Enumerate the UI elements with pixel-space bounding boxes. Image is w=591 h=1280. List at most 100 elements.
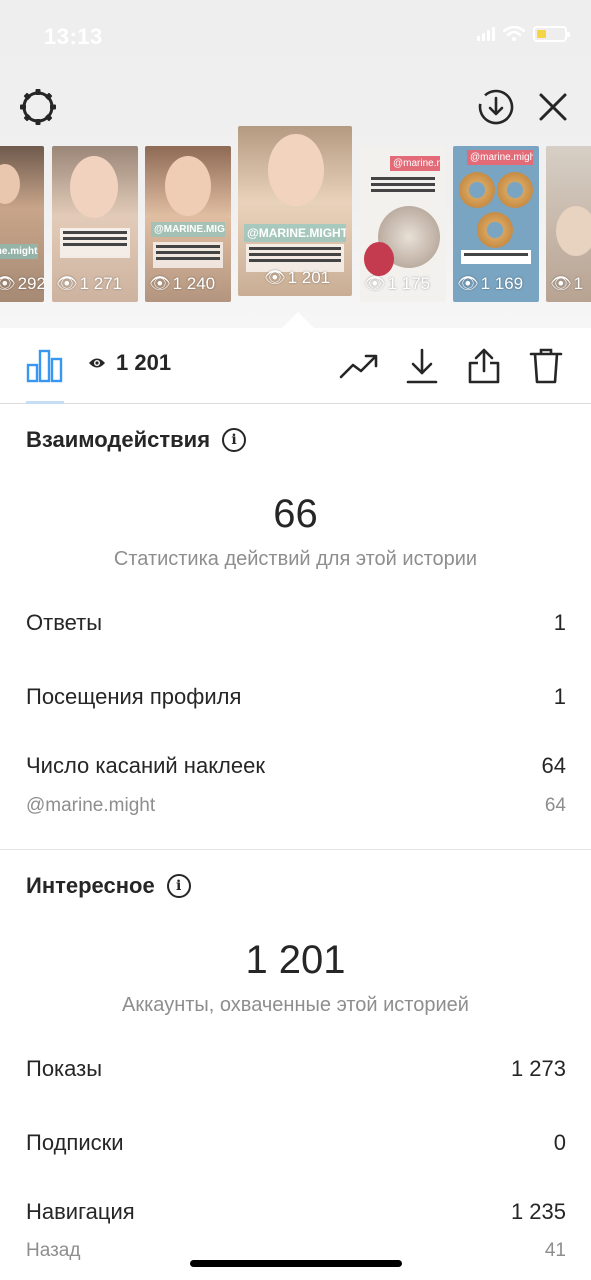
share-icon	[468, 348, 500, 384]
stat-label: Навигация	[26, 1199, 135, 1224]
stat-row-impressions[interactable]: Показы 1 273	[26, 1056, 566, 1082]
battery-level	[537, 30, 546, 38]
thumbnail-image	[70, 156, 118, 218]
signal-icon	[477, 27, 495, 41]
stat-value: 0	[553, 1130, 566, 1155]
close-button[interactable]	[531, 85, 575, 129]
thumbnail-image	[0, 164, 20, 204]
insights-bar-chart-icon	[26, 349, 63, 383]
section-divider	[0, 849, 591, 850]
thumbnail-views: 👁 1 175	[364, 274, 431, 293]
selected-pointer	[282, 312, 314, 328]
stat-label: Ответы	[26, 610, 103, 635]
eye-icon: 👁	[149, 274, 171, 293]
stat-value: 1	[553, 610, 566, 635]
discovery-caption: Аккаунты, охваченные этой историей	[122, 994, 469, 1016]
settings-button[interactable]	[16, 85, 60, 129]
trending-up-icon	[339, 354, 378, 379]
story-thumbnail-selected[interactable]: @MARINE.MIGHT 👁 1 201	[238, 126, 352, 296]
stat-row-sticker-taps[interactable]: Число касаний наклеек 64	[26, 753, 566, 779]
home-indicator[interactable]	[190, 1260, 402, 1267]
interactions-caption: Статистика действий для этой истории	[113, 548, 478, 570]
download-story-button[interactable]	[474, 85, 518, 129]
stat-row-replies[interactable]: Ответы 1	[26, 610, 566, 636]
stat-label: Показы	[26, 1056, 103, 1081]
thumbnail-views: 👁 1 271	[56, 274, 123, 293]
close-icon	[539, 93, 567, 121]
thumbnail-views: 👁 1 169	[457, 274, 524, 293]
stat-value: 1	[553, 684, 566, 709]
eye-icon: 👁	[364, 274, 386, 293]
interactions-title: Взаимодействия	[26, 427, 211, 452]
story-thumbnail[interactable]: 👁 1	[546, 146, 591, 302]
thumbnail-text-block	[60, 228, 130, 258]
promote-button[interactable]	[336, 328, 382, 404]
views-count-value: 1 201	[116, 350, 172, 375]
insights-tab[interactable]	[22, 328, 68, 404]
discovery-total: 1 201	[245, 938, 346, 982]
story-thumbnail[interactable]: ine.might 👁292	[0, 146, 44, 302]
stat-row-follows[interactable]: Подписки 0	[26, 1130, 566, 1156]
eye-icon: 👁	[457, 274, 479, 293]
thumbnail-image	[364, 242, 394, 276]
story-thumbnails: ine.might 👁292 👁1 271 @MARINE.MIGHT 👁1 2…	[0, 126, 591, 326]
stat-label: Подписки	[26, 1130, 124, 1155]
stat-subrow-back: Назад 41	[26, 1240, 566, 1262]
interactions-section-title: Взаимодействия i	[26, 427, 247, 453]
story-strip-area: 13:13 e.might 👁 292 👁 1 271 @MARINE.MIG …	[0, 0, 591, 328]
active-tab-indicator	[26, 401, 64, 404]
eye-icon: 👁	[56, 274, 78, 293]
stat-label: Назад	[26, 1240, 81, 1261]
stat-value: 1 235	[510, 1199, 566, 1224]
thumbnail-tag: @MARINE.MIGHT	[151, 222, 225, 237]
stat-label: @marine.might	[26, 795, 156, 816]
thumbnail-image	[497, 172, 533, 208]
discovery-section-title: Интересное i	[26, 873, 191, 899]
stat-subrow-mention: @marine.might 64	[26, 795, 566, 817]
eye-icon: 👁	[264, 268, 286, 287]
download-button[interactable]	[400, 328, 444, 404]
stat-label: Число касаний наклеек	[26, 753, 265, 778]
info-icon[interactable]: i	[222, 428, 247, 452]
story-toolbar: 1 201	[0, 328, 591, 404]
story-thumbnail[interactable]: 👁 1 271	[52, 146, 138, 302]
eye-icon	[89, 358, 105, 368]
story-thumbnail[interactable]: @marine.might 👁1 175	[360, 146, 446, 302]
download-icon	[406, 348, 438, 384]
stat-row-profile-visits[interactable]: Посещения профиля 1	[26, 684, 566, 710]
thumbnail-image	[459, 172, 495, 208]
settings-gear-icon	[20, 89, 56, 125]
status-icons	[477, 26, 570, 42]
thumbnail-tag: @marine.might	[467, 150, 533, 165]
wifi-icon	[503, 26, 525, 41]
thumbnail-text-block	[368, 174, 438, 200]
interactions-total: 66	[273, 492, 318, 536]
thumbnail-image	[268, 134, 324, 206]
stat-value: 64	[541, 753, 566, 778]
status-bar: 13:13	[0, 0, 591, 70]
thumbnail-image	[556, 206, 591, 256]
download-circle-icon	[478, 89, 514, 125]
status-time: 13:13	[44, 24, 103, 49]
trash-icon	[529, 348, 563, 384]
share-button[interactable]	[462, 328, 506, 404]
thumbnail-views: 👁 292	[0, 274, 44, 294]
thumbnail-tag: @marine.might	[390, 156, 440, 171]
stat-value: 64	[544, 795, 566, 816]
stat-label: Посещения профиля	[26, 684, 242, 709]
stat-value: 41	[544, 1240, 566, 1261]
delete-button[interactable]	[524, 328, 568, 404]
battery-icon	[533, 26, 570, 42]
thumbnail-tag: @MARINE.MIGHT	[244, 224, 346, 242]
eye-icon: 👁	[550, 274, 572, 293]
info-icon[interactable]: i	[166, 874, 191, 898]
stat-row-navigation[interactable]: Навигация 1 235	[26, 1199, 566, 1225]
stat-value: 1 273	[510, 1056, 566, 1081]
eye-icon: 👁	[0, 274, 16, 293]
views-count[interactable]: 1 201	[88, 350, 171, 376]
thumbnail-tag: ine.might	[0, 244, 38, 259]
thumbnail-views: 👁 1 240	[149, 274, 216, 293]
thumbnail-text-block	[153, 242, 223, 268]
story-thumbnail[interactable]: @marine.might 👁 1 169	[453, 146, 539, 302]
story-thumbnail[interactable]: @MARINE.MIGHT 👁1 240	[145, 146, 231, 302]
